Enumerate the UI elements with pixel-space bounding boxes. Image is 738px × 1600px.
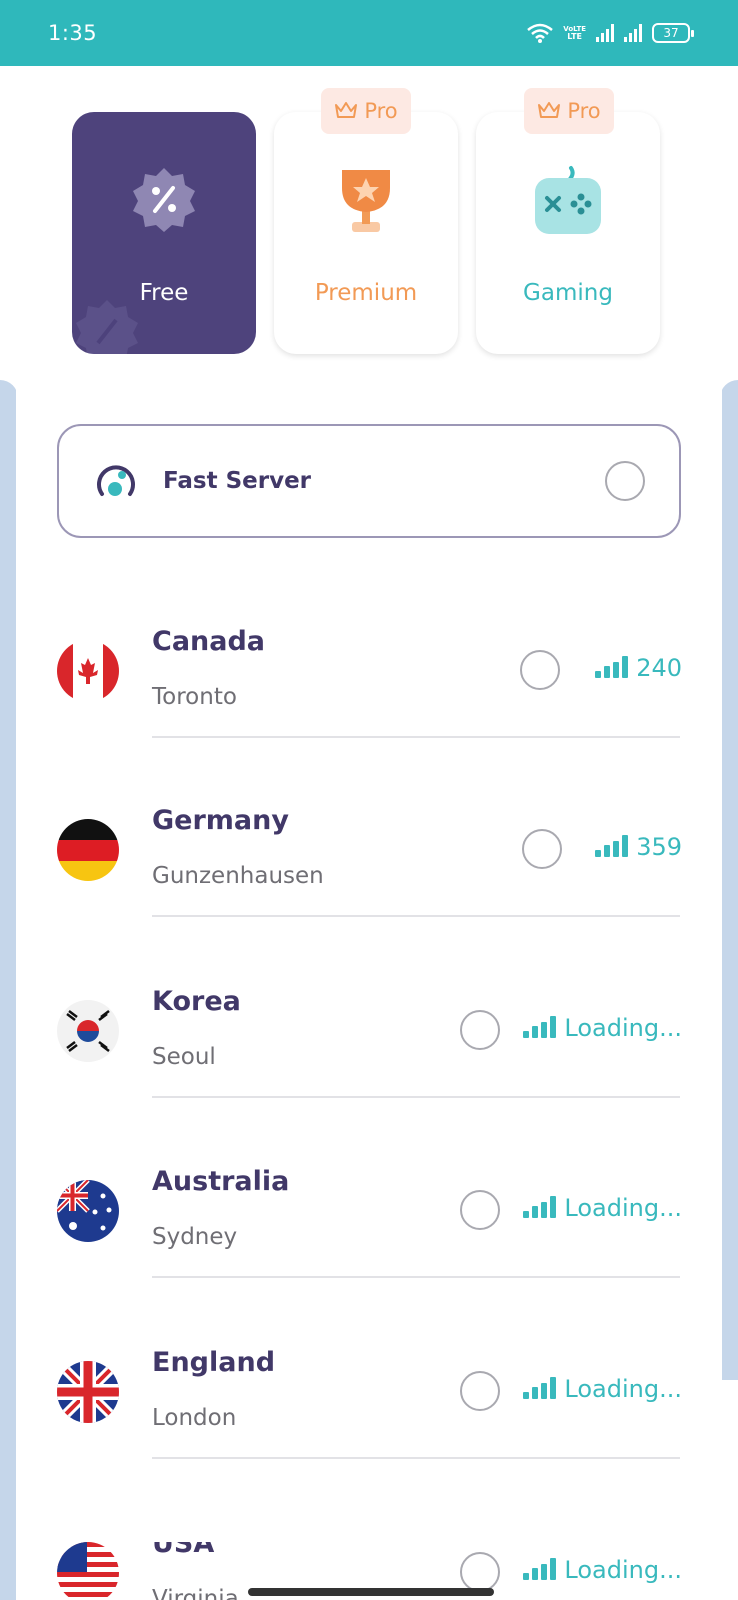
signal-strength-icon xyxy=(523,1196,557,1218)
gamepad-icon xyxy=(535,166,601,234)
server-city: Virginia xyxy=(152,1586,239,1600)
fast-server-option[interactable]: Fast Server xyxy=(57,424,681,538)
lte-label: LTE xyxy=(567,32,582,41)
server-country: England xyxy=(152,1347,276,1378)
status-icons: VoLTE LTE 37 xyxy=(527,23,694,43)
volte-indicator: VoLTE LTE xyxy=(563,25,586,41)
crown-icon xyxy=(538,102,561,118)
tab-premium-label: Premium xyxy=(314,280,418,306)
pro-label: Pro xyxy=(567,99,601,123)
crown-icon xyxy=(335,102,358,118)
korea-flag-icon xyxy=(57,1000,119,1062)
tab-free-label: Free xyxy=(139,280,189,306)
server-ping: Loading... xyxy=(523,1375,682,1403)
row-divider xyxy=(152,1276,680,1278)
home-indicator[interactable] xyxy=(248,1588,494,1596)
server-ping: 240 xyxy=(595,654,682,682)
server-radio[interactable] xyxy=(522,829,562,869)
row-divider xyxy=(152,915,680,917)
ping-value: Loading... xyxy=(564,1194,682,1222)
ping-value: Loading... xyxy=(564,1014,682,1042)
server-ping: Loading... xyxy=(523,1556,682,1584)
signal-strength-icon xyxy=(595,835,629,857)
tab-free[interactable]: Free xyxy=(72,112,256,354)
server-row-canada[interactable]: Canada Toronto 240 xyxy=(0,626,738,820)
signal-icon-1 xyxy=(596,24,614,42)
server-city: Seoul xyxy=(152,1044,216,1070)
gaming-pro-badge: Pro xyxy=(524,88,614,134)
server-row-england[interactable]: England London Loading... xyxy=(0,1347,738,1541)
fast-server-icon xyxy=(97,465,135,496)
premium-pro-badge: Pro xyxy=(321,88,411,134)
signal-strength-icon xyxy=(523,1558,557,1580)
server-country: Germany xyxy=(152,805,289,836)
ping-value: 240 xyxy=(636,654,682,682)
server-radio[interactable] xyxy=(460,1371,500,1411)
server-country: Australia xyxy=(152,1166,290,1197)
server-ping: 359 xyxy=(595,833,682,861)
tab-premium[interactable]: Premium xyxy=(274,112,458,354)
signal-icon-2 xyxy=(624,24,642,42)
fast-server-radio[interactable] xyxy=(605,461,645,501)
ping-value: Loading... xyxy=(564,1375,682,1403)
tab-gaming-label: Gaming xyxy=(523,280,613,306)
trophy-icon xyxy=(342,170,390,232)
signal-strength-icon xyxy=(523,1377,557,1399)
fast-server-label: Fast Server xyxy=(163,468,312,494)
ping-value: Loading... xyxy=(564,1556,682,1584)
pro-label: Pro xyxy=(364,99,398,123)
tab-gaming[interactable]: Gaming xyxy=(476,112,660,354)
percent-badge-icon xyxy=(133,168,195,232)
server-row-australia[interactable]: Australia Sydney Loading... xyxy=(0,1166,738,1360)
server-city: Gunzenhausen xyxy=(152,863,324,889)
server-radio[interactable] xyxy=(520,650,560,690)
status-time: 1:35 xyxy=(48,21,98,45)
server-radio[interactable] xyxy=(460,1552,500,1592)
wifi-icon xyxy=(527,23,554,43)
server-city: London xyxy=(152,1405,237,1431)
server-radio[interactable] xyxy=(460,1010,500,1050)
row-divider xyxy=(152,1457,680,1459)
usa-flag-icon xyxy=(57,1542,119,1600)
server-country: USA xyxy=(152,1542,215,1559)
row-divider xyxy=(152,1096,680,1098)
server-radio[interactable] xyxy=(460,1190,500,1230)
signal-strength-icon xyxy=(595,656,629,678)
uk-flag-icon xyxy=(57,1361,119,1423)
status-bar: 1:35 VoLTE LTE 37 xyxy=(0,0,738,66)
server-row-korea[interactable]: Korea Seoul Loading... xyxy=(0,986,738,1180)
row-divider xyxy=(152,736,680,738)
server-city: Toronto xyxy=(152,684,237,710)
canada-flag-icon xyxy=(57,640,119,702)
signal-strength-icon xyxy=(523,1016,557,1038)
server-country: Korea xyxy=(152,986,241,1017)
server-city: Sydney xyxy=(152,1224,238,1250)
ping-value: 359 xyxy=(636,833,682,861)
server-ping: Loading... xyxy=(523,1014,682,1042)
server-ping: Loading... xyxy=(523,1194,682,1222)
australia-flag-icon xyxy=(57,1180,119,1242)
battery-icon: 37 xyxy=(652,23,694,43)
germany-flag-icon xyxy=(57,819,119,881)
server-country: Canada xyxy=(152,626,266,657)
server-row-germany[interactable]: Germany Gunzenhausen 359 xyxy=(0,805,738,999)
battery-level: 37 xyxy=(663,26,679,40)
